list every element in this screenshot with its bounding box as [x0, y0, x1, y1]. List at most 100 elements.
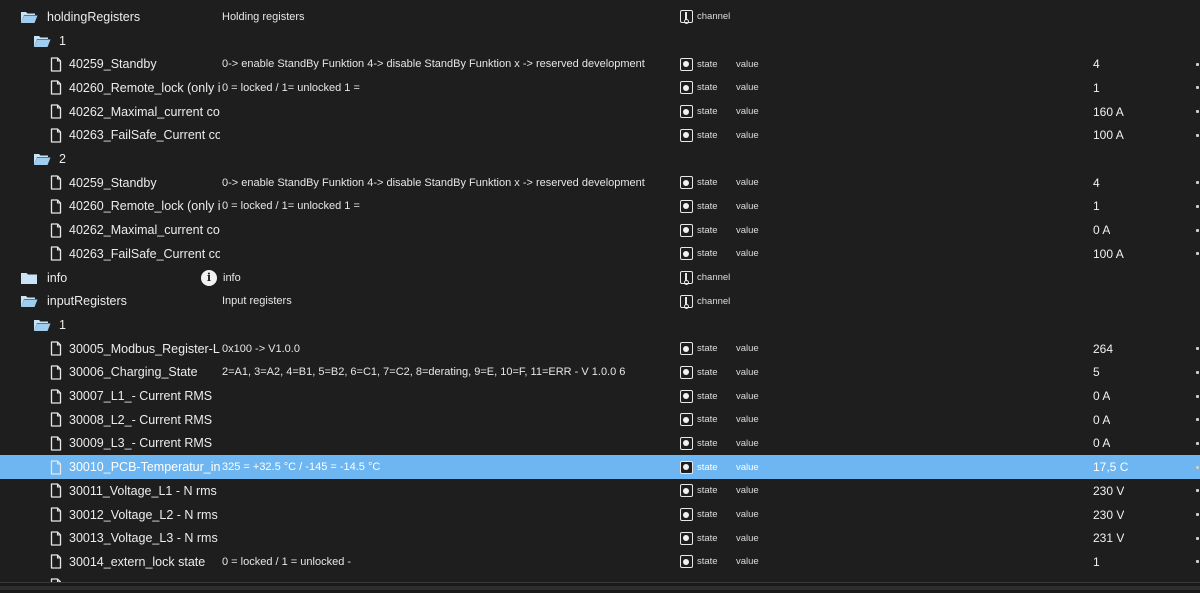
row-name: 40263_FailSafe_Current co...	[69, 246, 220, 261]
row-value[interactable]: 0 A	[1093, 384, 1110, 408]
row-name: 1	[59, 317, 66, 332]
row-role: value	[736, 200, 759, 212]
state-row[interactable]: 40263_FailSafe_Current co... state value 10…	[0, 124, 1200, 148]
state-row[interactable]	[0, 574, 1200, 582]
row-action-icon[interactable]	[1196, 252, 1199, 256]
folder-row[interactable]: 2	[0, 147, 1200, 171]
folder-row[interactable]: 1	[0, 313, 1200, 337]
row-type: state	[697, 414, 718, 426]
row-value[interactable]: 0 A	[1093, 218, 1110, 242]
row-name: 30014_extern_lock state	[69, 554, 206, 569]
row-type: channel	[697, 295, 731, 307]
row-action-icon[interactable]	[1196, 536, 1199, 540]
row-description: 0 = locked / 1 = unlocked -	[222, 550, 672, 574]
row-action-icon[interactable]	[1196, 560, 1199, 564]
row-role: value	[736, 437, 759, 449]
row-value[interactable]: 1	[1093, 76, 1100, 100]
row-type: state	[697, 82, 718, 94]
folder-row[interactable]: 1	[0, 29, 1200, 53]
row-action-icon[interactable]	[1196, 86, 1199, 90]
row-action-icon[interactable]	[1196, 441, 1199, 445]
state-icon	[679, 342, 693, 356]
row-role: value	[736, 366, 759, 378]
state-row[interactable]: 30013_Voltage_L3 - N rms ... state value 23…	[0, 526, 1200, 550]
folder-open-icon[interactable]	[33, 313, 51, 337]
row-type: state	[697, 106, 718, 118]
row-value[interactable]: 4	[1093, 52, 1100, 76]
row-action-icon[interactable]	[1196, 133, 1199, 137]
scrollbar-thumb[interactable]	[0, 586, 1200, 590]
row-value[interactable]: 17,5 C	[1093, 455, 1128, 479]
row-description: 2=A1, 3=A2, 4=B1, 5=B2, 6=C1, 7=C2, 8=de…	[222, 361, 672, 385]
state-row[interactable]: 40260_Remote_lock (only i... 0 = locked /…	[0, 195, 1200, 219]
state-row[interactable]: 30012_Voltage_L2 - N rms ... state value 23…	[0, 503, 1200, 527]
row-value[interactable]: 100 A	[1093, 242, 1124, 266]
state-row[interactable]: 30006_Charging_State 2=A1, 3=A2, 4=B1, 5=…	[0, 361, 1200, 385]
row-action-icon[interactable]	[1196, 489, 1199, 493]
folder-open-icon[interactable]	[33, 29, 51, 53]
state-row[interactable]: 40260_Remote_lock (only i... 0 = locked /…	[0, 76, 1200, 100]
row-action-icon[interactable]	[1196, 62, 1199, 66]
state-icon	[679, 57, 693, 71]
row-description-text: info	[223, 271, 241, 284]
folder-open-icon[interactable]	[33, 147, 51, 171]
row-type: state	[697, 509, 718, 521]
row-action-icon[interactable]	[1196, 204, 1199, 208]
folder-row[interactable]: info i info channel	[0, 266, 1200, 290]
row-action-icon[interactable]	[1196, 110, 1199, 114]
folder-open-icon[interactable]	[20, 5, 38, 29]
row-name	[69, 574, 220, 582]
row-value[interactable]: 264	[1093, 337, 1113, 361]
file-icon	[50, 218, 62, 242]
row-value[interactable]: 231 V	[1093, 526, 1124, 550]
row-value[interactable]: 5	[1093, 361, 1100, 385]
row-action-icon[interactable]	[1196, 370, 1199, 374]
state-row[interactable]: 40263_FailSafe_Current co... state value 10…	[0, 242, 1200, 266]
state-row[interactable]: 30011_Voltage_L1 - N rms ... state value 23…	[0, 479, 1200, 503]
state-row[interactable]: 40262_Maximal_current co... state value 160…	[0, 100, 1200, 124]
row-action-icon[interactable]	[1196, 513, 1199, 517]
file-icon	[50, 242, 62, 266]
file-icon	[50, 550, 62, 574]
state-icon	[679, 105, 693, 119]
state-row[interactable]: 30014_extern_lock state 0 = locked / 1 = …	[0, 550, 1200, 574]
row-action-icon[interactable]	[1196, 394, 1199, 398]
row-value[interactable]: 1	[1093, 195, 1100, 219]
row-action-icon[interactable]	[1196, 465, 1199, 469]
row-type: state	[697, 58, 718, 70]
file-icon	[50, 503, 62, 527]
folder-open-icon[interactable]	[20, 289, 38, 313]
folder-row[interactable]: inputRegisters Input registers channel	[0, 289, 1200, 313]
state-row[interactable]: 30005_Modbus_Register-L... 0x100 -> V1.0.…	[0, 337, 1200, 361]
row-action-icon[interactable]	[1196, 418, 1199, 422]
folder-row[interactable]: holdingRegisters Holding registers channel	[0, 5, 1200, 29]
state-row[interactable]: 30010_PCB-Temperatur_in ... 325 = +32.5 °…	[0, 455, 1200, 479]
state-icon	[679, 484, 693, 498]
row-role: value	[736, 556, 759, 568]
row-value[interactable]: 230 V	[1093, 479, 1124, 503]
row-value[interactable]: 4	[1093, 171, 1100, 195]
state-row[interactable]: 30007_L1_- Current RMS state value 0 A	[0, 384, 1200, 408]
row-value[interactable]: 0 A	[1093, 432, 1110, 456]
row-role: value	[736, 390, 759, 402]
row-value[interactable]: 160 A	[1093, 100, 1124, 124]
row-role: value	[736, 177, 759, 189]
row-type: state	[697, 532, 718, 544]
row-name: 30010_PCB-Temperatur_in ...	[69, 460, 220, 475]
row-value[interactable]: 0 A	[1093, 408, 1110, 432]
state-row[interactable]: 40262_Maximal_current co... state value 0 A	[0, 218, 1200, 242]
row-action-icon[interactable]	[1196, 347, 1199, 351]
state-row[interactable]: 30009_L3_- Current RMS state value 0 A	[0, 432, 1200, 456]
folder-icon[interactable]	[20, 266, 38, 290]
row-action-icon[interactable]	[1196, 181, 1199, 185]
state-row[interactable]: 30008_L2_- Current RMS state value 0 A	[0, 408, 1200, 432]
object-tree[interactable]: holdingRegisters Holding registers channel…	[0, 0, 1200, 582]
row-action-icon[interactable]	[1196, 228, 1199, 232]
row-value[interactable]: 100 A	[1093, 124, 1124, 148]
horizontal-scrollbar[interactable]	[0, 582, 1200, 593]
row-value[interactable]: 1	[1093, 550, 1100, 574]
state-row[interactable]: 40259_Standby 0-> enable StandBy Funktion…	[0, 171, 1200, 195]
row-value[interactable]: 230 V	[1093, 503, 1124, 527]
state-row[interactable]: 40259_Standby 0-> enable StandBy Funktion…	[0, 52, 1200, 76]
row-type: state	[697, 437, 718, 449]
